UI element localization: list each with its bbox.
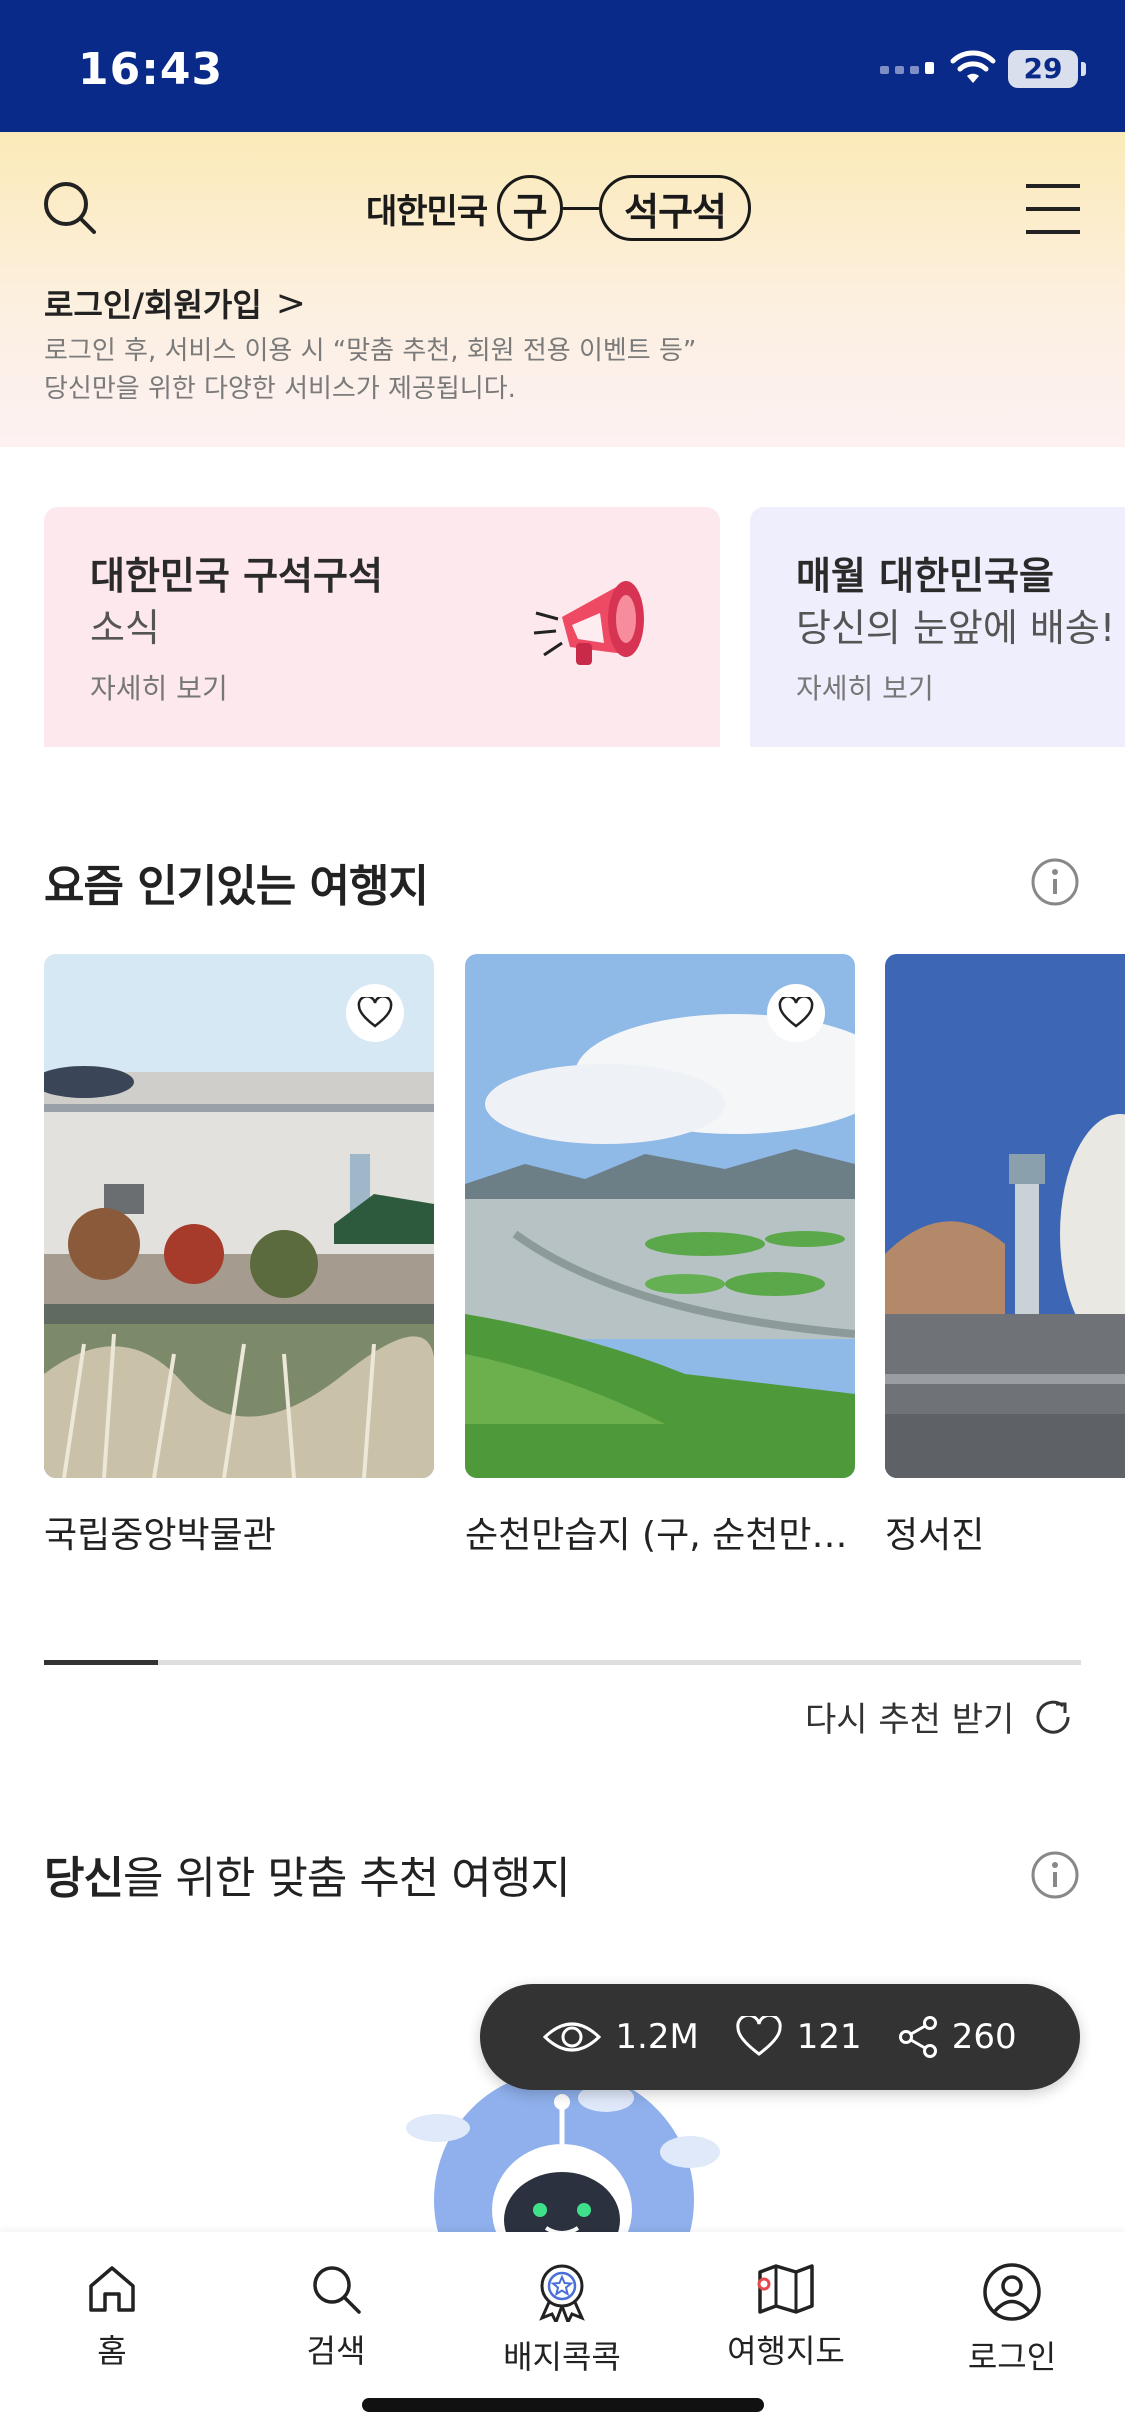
destination-photo bbox=[885, 954, 1125, 1478]
likes-stat[interactable]: 121 bbox=[735, 2016, 862, 2058]
magazine-banner[interactable]: 매월 대한민국을 당신의 눈앞에 배송! 자세히 보기 bbox=[750, 507, 1125, 747]
destination-photo bbox=[465, 954, 855, 1478]
banner-title: 대한민국 구석구석 bbox=[90, 554, 383, 598]
nav-map[interactable]: 여행지도 bbox=[696, 2262, 876, 2372]
info-icon[interactable] bbox=[1030, 857, 1080, 907]
app-logo[interactable]: 대한민국 구 석구석 bbox=[366, 168, 752, 248]
destination-name: 정서진 bbox=[885, 1515, 985, 1556]
banner-subtitle: 당신의 눈앞에 배송! bbox=[796, 606, 1116, 650]
logo-prefix: 대한민국 bbox=[366, 191, 488, 232]
search-icon bbox=[313, 2266, 361, 2314]
nav-label: 배지콕콕 bbox=[503, 2338, 621, 2376]
wifi-icon bbox=[950, 50, 996, 83]
logo-pill: 석구석 bbox=[599, 175, 752, 241]
login-signup-link[interactable]: 로그인/회원가입 > bbox=[44, 280, 306, 326]
nav-home[interactable]: 홈 bbox=[22, 2262, 202, 2372]
news-banner[interactable]: 대한민국 구석구석 소식 자세히 보기 bbox=[44, 507, 720, 747]
banner-more-link[interactable]: 자세히 보기 bbox=[796, 667, 934, 707]
nav-login[interactable]: 로그인 bbox=[922, 2262, 1102, 2378]
shares-count: 260 bbox=[951, 2017, 1017, 2057]
destination-name: 순천만습지 (구, 순천만자연생태공원) bbox=[465, 1515, 855, 1556]
refresh-label: 다시 추천 받기 bbox=[805, 1700, 1015, 1740]
heart-icon bbox=[736, 2016, 782, 2056]
banner-more-link[interactable]: 자세히 보기 bbox=[90, 667, 228, 707]
nav-label: 홈 bbox=[97, 2332, 127, 2370]
login-signup-label: 로그인/회원가입 bbox=[44, 286, 262, 324]
search-icon[interactable] bbox=[40, 178, 100, 238]
battery-indicator: 29 bbox=[1008, 50, 1086, 88]
logo-connector bbox=[563, 206, 600, 210]
login-description-line: 당신만을 위한 다양한 서비스가 제공됩니다. bbox=[44, 374, 516, 404]
heart-icon bbox=[778, 997, 814, 1028]
destination-photo bbox=[44, 954, 434, 1478]
destination-card[interactable]: 국립중앙박물관 bbox=[44, 954, 434, 1558]
share-icon bbox=[898, 2016, 937, 2058]
carousel-scrollbar[interactable] bbox=[44, 1660, 1081, 1665]
badge-icon bbox=[539, 2264, 585, 2322]
chevron-right-icon: > bbox=[275, 282, 306, 324]
recommend-title-bold: 당신 bbox=[44, 1853, 124, 1904]
cellular-signal-icon bbox=[880, 62, 934, 74]
favorite-button[interactable] bbox=[767, 984, 825, 1042]
status-time: 16:43 bbox=[78, 44, 224, 95]
favorite-button[interactable] bbox=[346, 984, 404, 1042]
banner-subtitle: 소식 bbox=[90, 606, 160, 650]
info-icon[interactable] bbox=[1030, 1850, 1080, 1900]
home-icon bbox=[89, 2266, 135, 2312]
logo-circle: 구 bbox=[497, 175, 564, 241]
nav-label: 검색 bbox=[306, 2332, 366, 2370]
likes-count: 121 bbox=[796, 2017, 862, 2057]
refresh-icon bbox=[1036, 1700, 1070, 1734]
nav-label: 로그인 bbox=[967, 2338, 1057, 2376]
recommend-section-title: 당신을 위한 맞춤 추천 여행지 bbox=[44, 1842, 571, 1906]
login-description-line: 로그인 후, 서비스 이용 시 “맞춤 추천, 회원 전용 이벤트 등” bbox=[44, 336, 697, 366]
views-count: 1.2M bbox=[615, 2017, 699, 2057]
views-stat: 1.2M bbox=[543, 2017, 699, 2057]
nav-search[interactable]: 검색 bbox=[246, 2262, 426, 2372]
popular-section-title: 요즘 인기있는 여행지 bbox=[44, 861, 429, 912]
heart-icon bbox=[357, 997, 393, 1028]
hamburger-menu-icon[interactable] bbox=[1024, 180, 1082, 238]
map-icon bbox=[757, 2264, 814, 2314]
eye-icon bbox=[543, 2022, 602, 2052]
destination-card[interactable]: 순천만습지 (구, 순천만자연생태공원) bbox=[465, 954, 855, 1558]
user-icon bbox=[983, 2263, 1041, 2321]
header: 대한민국 구 석구석 로그인/회원가입 > 로그인 후, 서비스 이용 시 “맞… bbox=[0, 132, 1125, 447]
destination-name: 국립중앙박물관 bbox=[44, 1515, 276, 1556]
recommend-title-rest: 을 위한 맞춤 추천 여행지 bbox=[122, 1853, 571, 1904]
refresh-recommendations-button[interactable]: 다시 추천 받기 bbox=[805, 1692, 1074, 1741]
status-bar: 16:43 29 bbox=[0, 0, 1125, 132]
login-description: 로그인 후, 서비스 이용 시 “맞춤 추천, 회원 전용 이벤트 등” 당신만… bbox=[44, 332, 944, 408]
nav-label: 여행지도 bbox=[727, 2332, 845, 2370]
destination-card[interactable]: 정서진 bbox=[885, 954, 1125, 1558]
banner-title: 매월 대한민국을 bbox=[796, 554, 1054, 598]
home-indicator bbox=[362, 2398, 764, 2412]
nav-badge[interactable]: 배지콕콕 bbox=[472, 2262, 652, 2378]
megaphone-icon bbox=[533, 581, 644, 665]
stats-pill: 1.2M 121 260 bbox=[480, 1984, 1080, 2090]
carousel-scroll-thumb[interactable] bbox=[44, 1660, 159, 1665]
shares-stat[interactable]: 260 bbox=[898, 2015, 1017, 2059]
